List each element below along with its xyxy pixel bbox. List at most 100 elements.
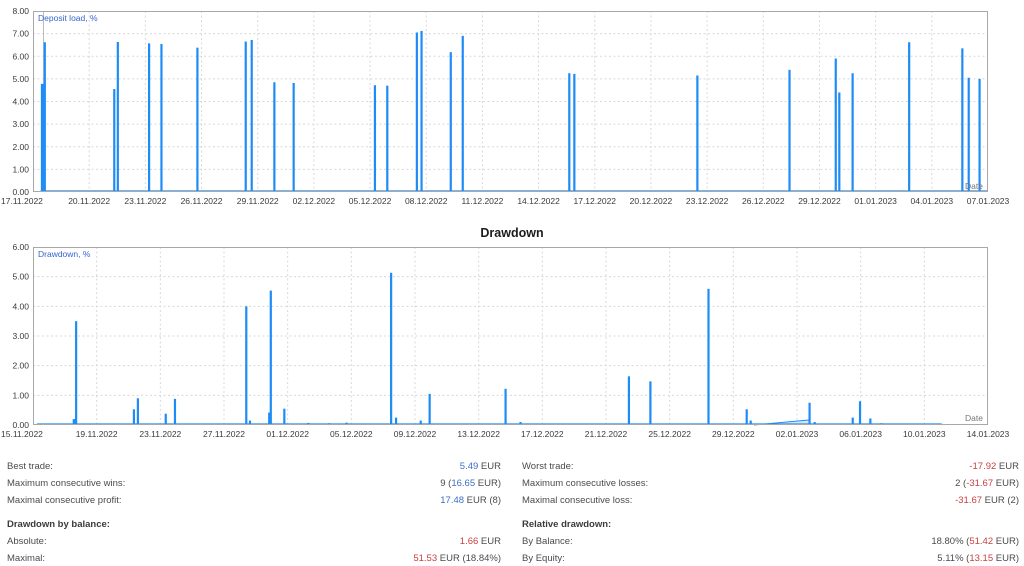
y-tick-label: 5.00 — [12, 74, 29, 84]
y-tick-label: 1.00 — [12, 390, 29, 400]
data-spike — [174, 399, 176, 425]
data-spike — [390, 273, 392, 425]
data-spike — [386, 86, 388, 192]
data-spike — [165, 414, 167, 425]
data-spike — [137, 398, 139, 425]
stat-header-label: Relative drawdown: — [522, 519, 611, 530]
data-spike — [852, 418, 854, 425]
data-spike — [293, 83, 295, 192]
date-axis-label: Date — [965, 181, 983, 191]
stat-row: Maximum consecutive wins:9 (16.65 EUR) — [7, 475, 501, 492]
stat-value: 5.49 EUR — [460, 461, 501, 472]
x-tick-label: 21.12.2022 — [585, 429, 628, 439]
data-spike — [838, 92, 840, 192]
stat-value-part: 1.66 — [460, 536, 479, 547]
x-tick-label: 06.01.2023 — [839, 429, 882, 439]
x-tick-label: 23.12.2022 — [686, 196, 729, 206]
data-spike — [117, 42, 119, 192]
y-tick-label: 2.00 — [12, 142, 29, 152]
stat-value: 1.66 EUR — [460, 536, 501, 547]
x-tick-label: 19.11.2022 — [76, 429, 118, 439]
x-tick-label: 23.11.2022 — [124, 196, 166, 206]
stat-row: Absolute:1.66 EUR — [7, 533, 501, 550]
stat-value-part: 5.11% ( — [937, 553, 969, 564]
stats-column-right: Worst trade:-17.92 EUR Maximum consecutiv… — [522, 458, 1019, 566]
data-spike — [628, 376, 630, 425]
x-tick-label: 26.11.2022 — [181, 196, 223, 206]
y-tick-label: 6.00 — [12, 242, 29, 252]
stat-row: Best trade:5.49 EUR — [7, 458, 501, 475]
y-tick-label: 5.00 — [12, 272, 29, 282]
y-tick-label: 1.00 — [12, 164, 29, 174]
stat-value: -31.67 EUR (2) — [955, 495, 1019, 506]
data-spike — [41, 84, 44, 192]
x-tick-label: 26.12.2022 — [742, 196, 785, 206]
stat-value-part: EUR (18.84%) — [437, 553, 501, 564]
x-tick-label: 05.12.2022 — [330, 429, 373, 439]
data-spike — [649, 381, 651, 425]
stat-label: Maximal: — [7, 553, 45, 564]
data-spike — [420, 31, 422, 192]
stat-value-part: EUR) — [993, 553, 1019, 564]
stat-value-part: EUR — [478, 461, 501, 472]
deposit-load-legend: Deposit load, % — [38, 14, 98, 23]
x-tick-label: 17.11.2022 — [1, 196, 43, 206]
data-spike — [395, 418, 397, 425]
y-tick-label: 4.00 — [12, 97, 29, 107]
data-spike — [273, 82, 275, 192]
stat-label: Maximal consecutive loss: — [522, 495, 632, 506]
x-tick-label: 17.12.2022 — [573, 196, 616, 206]
x-tick-label: 29.12.2022 — [712, 429, 755, 439]
data-spike — [835, 59, 837, 192]
x-tick-label: 05.12.2022 — [349, 196, 392, 206]
x-tick-label: 13.12.2022 — [457, 429, 500, 439]
stat-label: Maximum consecutive losses: — [522, 478, 648, 489]
stat-value-part: EUR) — [993, 478, 1019, 489]
data-spike — [251, 40, 253, 192]
stat-value-part: EUR (2) — [982, 495, 1019, 506]
x-tick-label: 10.01.2023 — [903, 429, 946, 439]
stat-value-part: -31.67 — [955, 495, 982, 506]
data-spike — [968, 78, 970, 192]
y-tick-label: 3.00 — [12, 119, 29, 129]
stat-value-part: 51.42 — [969, 536, 993, 547]
drawdown-legend: Drawdown, % — [38, 250, 90, 259]
x-tick-label: 04.01.2023 — [911, 196, 954, 206]
drawdown-chart: 6.005.004.003.002.001.000.0015.11.202219… — [0, 215, 1024, 455]
stat-value: 18.80% (51.42 EUR) — [931, 536, 1019, 547]
data-spike — [133, 409, 135, 425]
stat-row: By Balance: 18.80% (51.42 EUR) — [522, 533, 1019, 550]
stat-value-part: EUR — [478, 536, 501, 547]
deposit-load-chart: 8.007.006.005.004.003.002.001.000.0017.1… — [0, 0, 1024, 215]
backtest-report: 8.007.006.005.004.003.002.001.000.0017.1… — [0, 0, 1024, 566]
stat-value: 51.53 EUR (18.84%) — [413, 553, 501, 564]
stat-section-header: Drawdown by balance: — [7, 516, 501, 533]
x-tick-label: 29.11.2022 — [237, 196, 279, 206]
stat-value: 5.11% (13.15 EUR) — [937, 553, 1019, 564]
data-spike — [160, 44, 162, 192]
stat-value-part: -31.67 — [966, 478, 993, 489]
x-tick-label: 09.12.2022 — [394, 429, 437, 439]
data-spike — [808, 403, 810, 425]
data-spike — [788, 70, 790, 192]
y-tick-label: 7.00 — [12, 29, 29, 39]
stat-row: Maximal: 51.53 EUR (18.84%) — [7, 550, 501, 566]
x-tick-label: 17.12.2022 — [521, 429, 564, 439]
statistics-panel: Best trade:5.49 EURMaximum consecutive w… — [0, 455, 1024, 566]
stat-section-header: Relative drawdown: — [522, 516, 1019, 533]
stat-row: Maximal consecutive profit:17.48 EUR (8) — [7, 492, 501, 509]
stat-value-part: -17.92 — [969, 461, 996, 472]
data-spike — [859, 401, 861, 425]
stat-value-part: 9 ( — [440, 478, 451, 489]
stat-value-part: EUR — [996, 461, 1019, 472]
stat-row: By Equity:5.11% (13.15 EUR) — [522, 550, 1019, 566]
data-spike — [113, 89, 115, 192]
stat-value-part: EUR) — [475, 478, 501, 489]
data-spike — [573, 74, 575, 192]
stat-row: Worst trade:-17.92 EUR — [522, 458, 1019, 475]
stat-value-part: 18.80% ( — [931, 536, 969, 547]
data-spike — [978, 79, 980, 192]
stats-column-left: Best trade:5.49 EURMaximum consecutive w… — [7, 458, 501, 566]
x-tick-label: 08.12.2022 — [405, 196, 448, 206]
stat-label: By Balance: — [522, 536, 573, 547]
